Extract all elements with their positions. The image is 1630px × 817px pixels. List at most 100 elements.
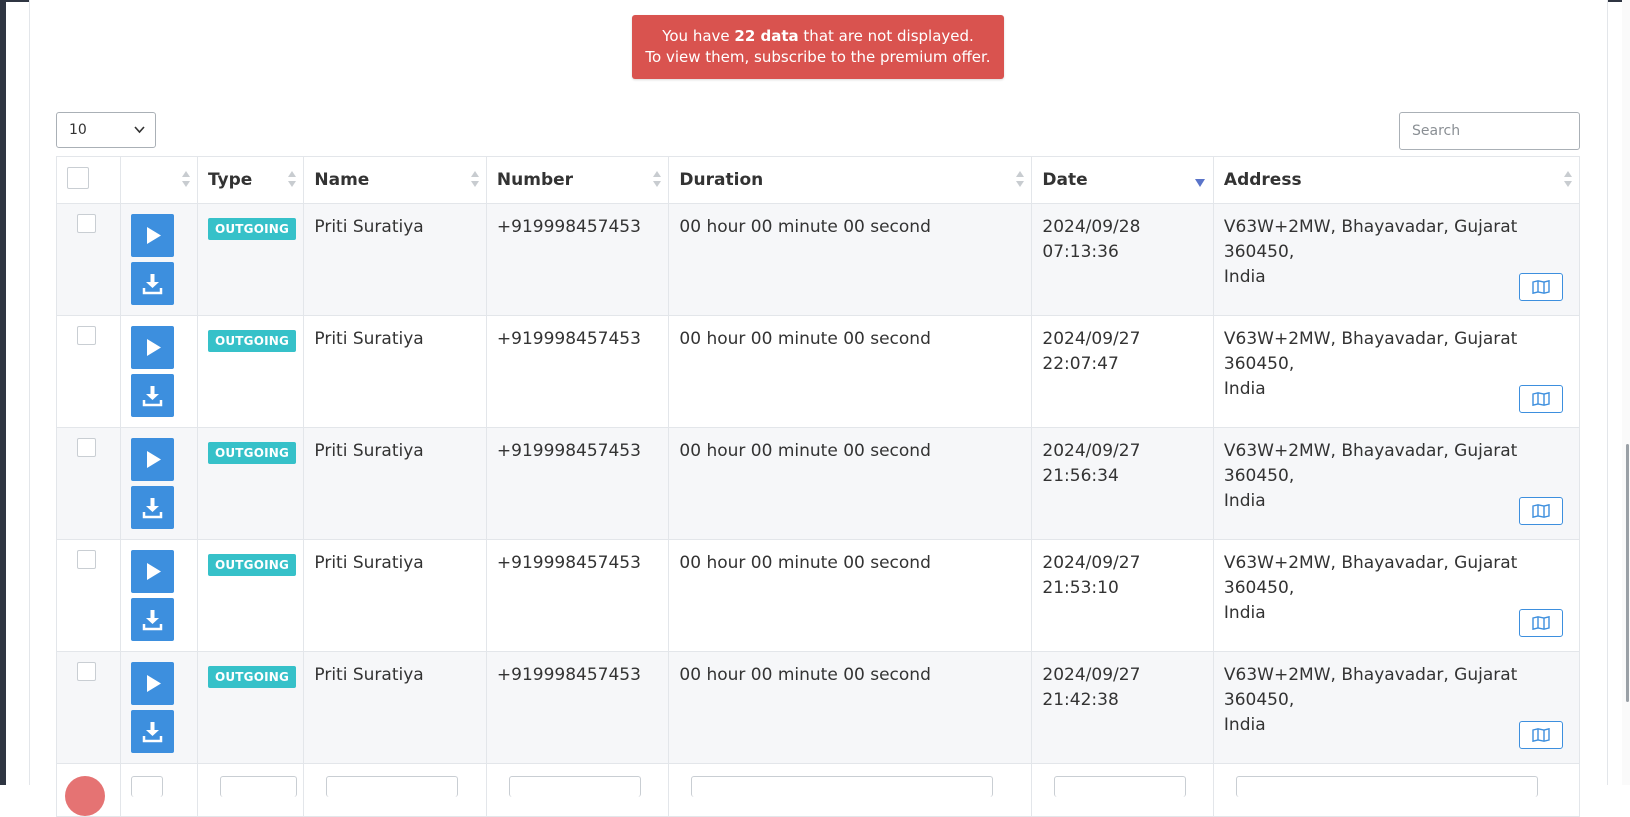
sort-icon (470, 171, 480, 189)
play-button[interactable] (130, 550, 174, 593)
row-type-cell: OUTGOING (196, 539, 305, 652)
alert-post-text: that are not displayed. (798, 27, 974, 45)
row-checkbox[interactable] (77, 214, 96, 233)
column-filter-input[interactable] (130, 776, 163, 797)
map-icon (1532, 504, 1550, 518)
row-actions-cell (119, 315, 198, 428)
row-checkbox[interactable] (77, 326, 96, 345)
filter-cell (119, 763, 198, 817)
column-filter-input[interactable] (326, 776, 459, 797)
address-header[interactable]: Address (1212, 156, 1581, 204)
call-time: 07:13:36 (1042, 242, 1119, 262)
row-date-cell: 2024/09/27 21:56:34 (1031, 427, 1214, 540)
premium-alert: You have 22 data that are not displayed.… (632, 15, 1004, 79)
name-header[interactable]: Name (303, 156, 487, 204)
duration-header[interactable]: Duration (668, 156, 1033, 204)
alert-count: 22 data (734, 27, 799, 45)
row-address-cell: V63W+2MW, Bhayavadar, Gujarat 360450, In… (1212, 315, 1581, 428)
play-icon (146, 339, 161, 356)
call-date: 2024/09/27 (1042, 553, 1141, 573)
number-header[interactable]: Number (485, 156, 670, 204)
row-date-cell: 2024/09/27 21:53:10 (1031, 539, 1214, 652)
call-duration: 00 hour 00 minute 00 second (679, 553, 931, 573)
address-line-1: V63W+2MW, Bhayavadar, Gujarat 360450, (1223, 665, 1518, 710)
call-duration: 00 hour 00 minute 00 second (679, 441, 931, 461)
phone-number: +919998457453 (496, 665, 641, 685)
row-select-cell (56, 651, 121, 764)
column-filter-input[interactable] (1235, 776, 1538, 797)
map-button[interactable] (1519, 721, 1563, 749)
chevron-down-icon (134, 113, 145, 161)
play-icon (146, 563, 161, 580)
download-button[interactable] (130, 710, 174, 753)
row-checkbox[interactable] (77, 438, 96, 457)
call-datetime: 2024/09/27 21:42:38 (1032, 652, 1213, 713)
download-button[interactable] (130, 598, 174, 641)
play-button[interactable] (130, 214, 174, 257)
contact-name: Priti Suratiya (314, 665, 424, 685)
call-time: 22:07:47 (1042, 354, 1119, 374)
row-date-cell: 2024/09/28 07:13:36 (1031, 203, 1214, 316)
row-checkbox[interactable] (77, 550, 96, 569)
download-icon (142, 274, 163, 295)
play-icon (146, 451, 161, 468)
contact-name: Priti Suratiya (314, 553, 424, 573)
play-button[interactable] (130, 662, 174, 705)
filter-cell (1031, 763, 1214, 817)
map-icon (1532, 728, 1550, 742)
play-button[interactable] (130, 438, 174, 481)
row-type-cell: OUTGOING (196, 315, 305, 428)
row-checkbox[interactable] (77, 662, 96, 681)
sort-icon (653, 171, 662, 189)
address-block: V63W+2MW, Bhayavadar, Gujarat 360450, In… (1214, 204, 1579, 301)
left-sidebar-edge (0, 0, 6, 785)
search-input[interactable] (1399, 112, 1580, 150)
page-length-value: 10 (69, 122, 87, 138)
calls-table: Type Name Number Duration Date Address O… (56, 156, 1581, 817)
download-button[interactable] (130, 374, 174, 417)
map-button[interactable] (1519, 385, 1563, 413)
type-header[interactable]: Type (196, 156, 305, 204)
map-icon (1532, 280, 1550, 294)
download-button[interactable] (130, 262, 174, 305)
reset-filter-button[interactable] (65, 776, 105, 816)
alert-pre-text: You have (662, 27, 735, 45)
row-address-cell: V63W+2MW, Bhayavadar, Gujarat 360450, In… (1212, 203, 1581, 316)
row-address-cell: V63W+2MW, Bhayavadar, Gujarat 360450, In… (1212, 427, 1581, 540)
row-duration-cell: 00 hour 00 minute 00 second (668, 427, 1033, 540)
column-filter-input[interactable] (1054, 776, 1187, 797)
download-button[interactable] (130, 486, 174, 529)
call-date: 2024/09/27 (1042, 441, 1141, 461)
call-datetime: 2024/09/27 22:07:47 (1032, 316, 1213, 377)
sort-icon (1564, 171, 1573, 189)
column-filter-input[interactable] (508, 776, 641, 797)
map-button[interactable] (1519, 609, 1563, 637)
select-all-checkbox[interactable] (67, 166, 89, 189)
row-date-cell: 2024/09/27 22:07:47 (1031, 315, 1214, 428)
date-header[interactable]: Date (1031, 156, 1214, 204)
column-filter-input[interactable] (219, 776, 297, 797)
row-duration-cell: 00 hour 00 minute 00 second (668, 539, 1033, 652)
scrollbar-thumb[interactable] (1626, 444, 1629, 702)
download-icon (142, 498, 163, 519)
column-filter-row (56, 763, 1581, 817)
row-type-cell: OUTGOING (196, 427, 305, 540)
phone-number: +919998457453 (496, 329, 641, 349)
actions-header[interactable] (119, 156, 198, 204)
column-filter-input[interactable] (691, 776, 994, 797)
map-button[interactable] (1519, 497, 1563, 525)
call-time: 21:42:38 (1042, 690, 1119, 710)
page-length-select[interactable]: 10 (56, 112, 156, 148)
row-address-cell: V63W+2MW, Bhayavadar, Gujarat 360450, In… (1212, 539, 1581, 652)
type-badge: OUTGOING (207, 218, 297, 240)
type-badge: OUTGOING (207, 442, 297, 464)
play-icon (146, 675, 161, 692)
map-button[interactable] (1519, 273, 1563, 301)
call-datetime: 2024/09/27 21:53:10 (1032, 540, 1213, 601)
play-button[interactable] (130, 326, 174, 369)
table-row: OUTGOING Priti Suratiya +919998457453 00… (56, 315, 1581, 428)
address-line-2: India (1223, 715, 1266, 735)
row-name-cell: Priti Suratiya (303, 427, 487, 540)
filter-cell (485, 763, 670, 817)
download-icon (142, 610, 163, 631)
